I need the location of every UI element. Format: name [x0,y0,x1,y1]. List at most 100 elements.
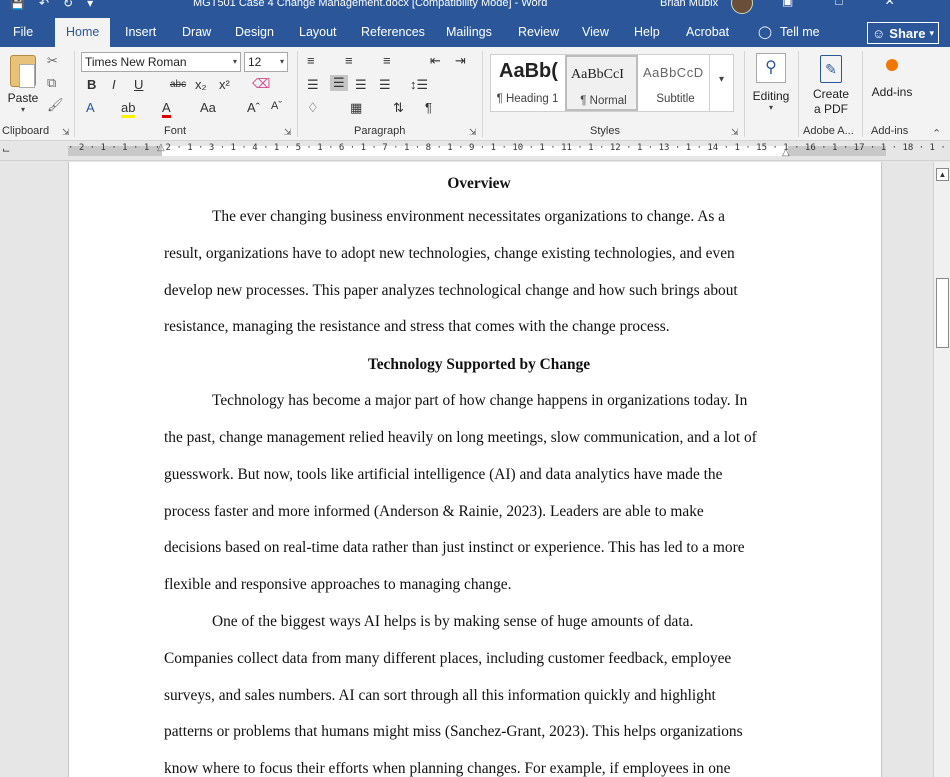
styles-gallery: AaBb( ¶ Heading 1 AaBbCcI ¶ Normal AaBbC… [490,54,734,112]
tab-mailings[interactable]: Mailings [446,18,492,47]
style-name: ¶ Heading 1 [496,93,559,105]
paste-label: Paste [7,91,39,105]
font-name-select[interactable]: Times New Roman ▾ [81,52,241,72]
tab-review[interactable]: Review [518,18,559,47]
text-effects-icon[interactable]: A [86,100,95,115]
font-color-icon[interactable]: A [162,100,171,118]
subscript-icon[interactable]: x₂ [195,77,207,92]
tell-me[interactable]: ◯ Tell me [758,18,820,47]
justify-icon[interactable]: ☰ [379,77,391,93]
collapse-ribbon-icon[interactable]: ⌃ [932,127,941,140]
text-line: result, organizations have to adopt new … [164,244,735,262]
increase-indent-icon[interactable]: ⇥ [455,53,466,69]
right-indent-marker-icon[interactable]: △ [782,147,790,158]
group-label-paragraph: Paragraph [354,125,406,137]
tab-layout[interactable]: Layout [299,18,337,47]
add-ins-label: Add-ins [871,85,913,99]
heading-overview: Overview [447,175,511,192]
highlight-icon[interactable]: ab [121,100,136,118]
styles-more-button[interactable]: ▾ [709,54,733,112]
group-label-font: Font [164,125,187,137]
pdf-icon: ✎ [820,55,842,83]
text-line: develop new processes. This paper analyz… [164,281,738,299]
maximize-icon[interactable]: □ [835,0,842,8]
paste-button[interactable]: Paste ▾ [6,55,40,114]
clipboard-icon [10,55,36,88]
customize-icon[interactable]: ▾ [87,0,93,10]
tab-insert[interactable]: Insert [125,18,156,47]
clear-formatting-icon[interactable]: ⌫ [252,76,270,92]
scroll-up-icon[interactable]: ▲ [936,168,949,181]
cut-icon[interactable]: ✂ [47,53,58,69]
user-name[interactable]: Brian Mubix [660,0,718,9]
sort-icon[interactable]: ⇅ [393,100,404,116]
tab-design[interactable]: Design [235,18,274,47]
scrollbar-thumb[interactable] [936,278,949,348]
italic-icon[interactable]: I [112,77,116,92]
text-line: know where to focus their efforts when p… [164,760,731,777]
redo-icon[interactable]: ↻ [63,0,73,10]
tab-selector-icon[interactable]: ⌙ [2,145,10,156]
decrease-indent-icon[interactable]: ⇤ [430,53,441,69]
avatar[interactable] [731,0,753,14]
tab-draw[interactable]: Draw [182,18,211,47]
clipboard-launcher-icon[interactable]: ⇲ [62,127,70,138]
add-ins-button[interactable]: Add-ins [868,59,916,99]
underline-icon[interactable]: U [134,77,143,92]
title-bar: 💾 ↶ ↻ ▾ MGT501 Case 4 Change Management.… [0,0,950,18]
borders-icon[interactable]: ▦ [350,100,362,116]
create-pdf-label-line2: a PDF [813,102,848,116]
font-launcher-icon[interactable]: ⇲ [284,127,292,138]
window-title: MGT501 Case 4 Change Management.docx [Co… [193,0,548,9]
numbering-icon[interactable]: ≡ [345,53,353,68]
window-controls: ▣ □ ✕ [782,0,895,8]
text-line: Companies collect data from many differe… [164,649,732,667]
page[interactable]: Overview The ever changing business envi… [68,162,882,777]
shading-icon[interactable]: ♢ [307,100,319,116]
text-line: surveys, and sales numbers. AI can sort … [164,686,716,704]
change-case-icon[interactable]: Aa [200,100,216,115]
editing-button[interactable]: ⚲ Editing ▾ [752,53,790,112]
strikethrough-icon[interactable]: abc [170,79,186,90]
tab-view[interactable]: View [582,18,609,47]
format-painter-icon[interactable]: 🖌 [47,97,64,113]
align-center-icon[interactable]: ☰ [330,75,348,91]
paragraph-launcher-icon[interactable]: ⇲ [469,127,477,138]
show-marks-icon[interactable]: ¶ [425,100,432,115]
copy-icon[interactable]: ⧉ [47,75,56,91]
paragraph-1: The ever changing business environment n… [164,199,794,346]
align-right-icon[interactable]: ☰ [355,77,367,93]
text-line: guesswork. But now, tools like artificia… [164,465,723,483]
superscript-icon[interactable]: x² [219,77,230,92]
tab-home[interactable]: Home [55,18,111,47]
close-icon[interactable]: ✕ [885,0,895,8]
ribbon-display-icon[interactable]: ▣ [782,0,793,8]
document-area[interactable]: Overview The ever changing business envi… [0,162,933,777]
share-button[interactable]: ☺ Share ▾ [867,22,939,44]
vertical-scrollbar[interactable]: ▲ [933,162,950,777]
style-heading-1[interactable]: AaBb( ¶ Heading 1 [491,55,564,111]
grow-font-icon[interactable]: Aˆ [247,100,260,115]
indent-marker-icon[interactable]: △ [157,142,165,153]
line-spacing-icon[interactable]: ↕☰ [410,77,428,93]
undo-icon[interactable]: ↶ [39,0,49,10]
document-body[interactable]: Overview The ever changing business envi… [164,169,794,777]
styles-launcher-icon[interactable]: ⇲ [731,127,739,138]
chevron-down-icon: ▾ [768,103,773,112]
multilevel-list-icon[interactable]: ≡ [383,53,391,68]
style-subtitle[interactable]: AaBbCcD Subtitle [639,55,712,111]
align-left-icon[interactable]: ☰ [307,77,319,93]
style-sample: AaBb( [499,60,558,82]
tab-file[interactable]: File [13,18,33,47]
tab-acrobat[interactable]: Acrobat [686,18,729,47]
style-normal[interactable]: AaBbCcI ¶ Normal [565,55,638,111]
save-icon[interactable]: 💾 [10,0,25,10]
bold-icon[interactable]: B [87,77,96,92]
tab-references[interactable]: References [361,18,425,47]
tab-help[interactable]: Help [634,18,660,47]
chevron-down-icon: ▾ [279,57,284,66]
create-pdf-button[interactable]: ✎ Create a PDF [808,55,854,117]
bullets-icon[interactable]: ≡ [307,53,315,68]
shrink-font-icon[interactable]: Aˇ [271,100,282,112]
font-size-select[interactable]: 12 ▾ [244,52,288,72]
